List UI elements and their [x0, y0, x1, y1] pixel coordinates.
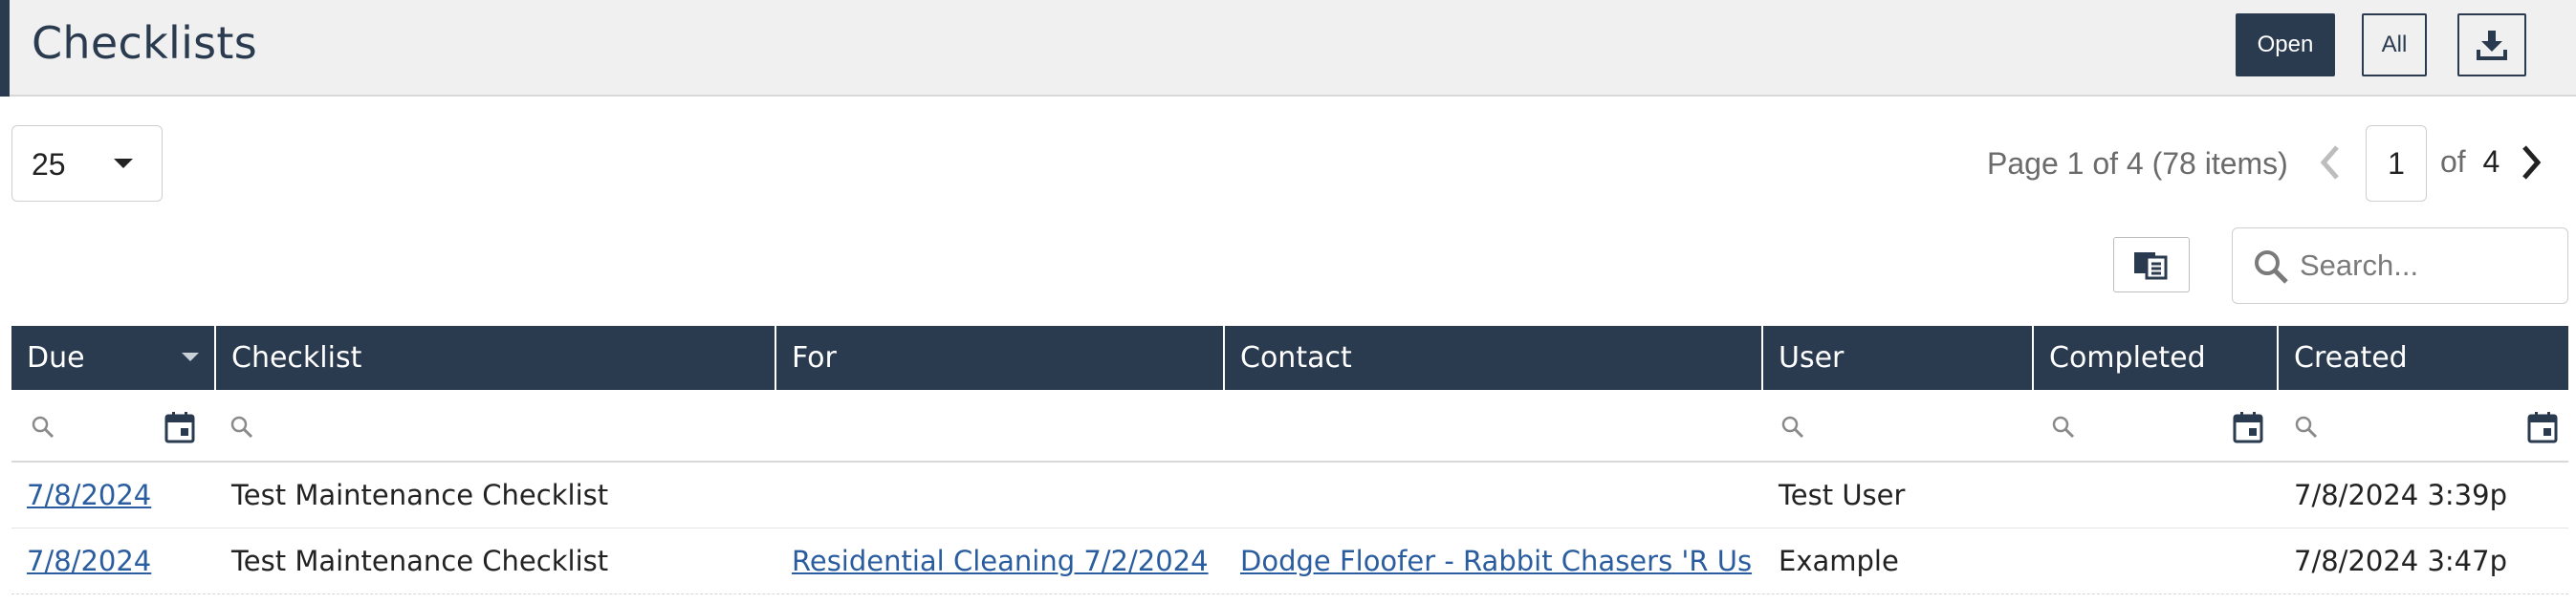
cell-user: Example	[1779, 545, 1899, 577]
filter-cell-due[interactable]	[11, 390, 216, 463]
column-header-label: Due	[27, 341, 85, 375]
page-info: Page 1 of 4 (78 items)	[1987, 146, 2288, 181]
cell-checklist: Test Maintenance Checklist	[231, 545, 609, 577]
column-header-user[interactable]: User	[1763, 326, 2034, 390]
column-header-for[interactable]: For	[776, 326, 1225, 390]
previous-page-button[interactable]	[2314, 141, 2348, 183]
cell-due: 7/8/2024	[11, 528, 216, 594]
page-title: Checklists	[32, 17, 258, 69]
contact-link[interactable]: Dodge Floofer - Rabbit Chasers 'R Us	[1240, 545, 1752, 577]
cell-due: 7/8/2024	[11, 463, 216, 528]
download-icon	[2477, 31, 2507, 60]
filter-cell-created[interactable]	[2279, 390, 2568, 463]
cell-for: Residential Cleaning 7/2/2024	[776, 528, 1225, 594]
column-chooser-button[interactable]	[2113, 237, 2190, 292]
table-row[interactable]: 7/8/2024 Test Maintenance Checklist Resi…	[11, 528, 2568, 594]
due-date-link[interactable]: 7/8/2024	[27, 479, 151, 511]
sort-descending-icon	[182, 353, 199, 361]
cell-completed	[2034, 528, 2279, 594]
column-header-due[interactable]: Due	[11, 326, 216, 390]
filter-cell-user[interactable]	[1763, 390, 2034, 463]
next-page-button[interactable]	[2513, 141, 2547, 183]
filter-cell-checklist[interactable]	[216, 390, 776, 463]
checklists-grid: Due Checklist For Contact User Completed…	[11, 326, 2568, 594]
search-icon	[1781, 416, 1804, 439]
page-total: of 4	[2440, 144, 2500, 180]
column-header-completed[interactable]: Completed	[2034, 326, 2279, 390]
cell-for	[776, 463, 1225, 528]
total-pages: 4	[2482, 144, 2500, 179]
calendar-icon[interactable]	[2527, 411, 2558, 443]
cell-created: 7/8/2024 3:39p	[2294, 479, 2507, 511]
search-icon	[32, 416, 55, 439]
search-icon	[2295, 416, 2318, 439]
all-filter-button[interactable]: All	[2362, 13, 2427, 76]
cell-created: 7/8/2024 3:47p	[2294, 545, 2507, 577]
column-header-checklist[interactable]: Checklist	[216, 326, 776, 390]
table-row[interactable]: 7/8/2024 Test Maintenance Checklist Test…	[11, 463, 2568, 528]
search-input[interactable]	[2300, 238, 2558, 293]
download-button[interactable]	[2457, 13, 2526, 76]
grid-filter-row	[11, 390, 2568, 463]
calendar-icon[interactable]	[164, 411, 195, 443]
cell-completed	[2034, 463, 2279, 528]
calendar-icon[interactable]	[2233, 411, 2263, 443]
page-number-input[interactable]	[2366, 125, 2427, 202]
column-chooser-icon	[2134, 252, 2168, 280]
filter-cell-completed[interactable]	[2034, 390, 2279, 463]
column-header-created[interactable]: Created	[2279, 326, 2568, 390]
search-icon	[2052, 416, 2075, 439]
column-header-contact[interactable]: Contact	[1225, 326, 1763, 390]
cell-checklist: Test Maintenance Checklist	[231, 479, 609, 511]
cell-user: Test User	[1779, 479, 1906, 511]
open-filter-button[interactable]: Open	[2236, 13, 2335, 76]
search-icon	[2255, 250, 2288, 284]
grid-header-row: Due Checklist For Contact User Completed…	[11, 326, 2568, 390]
chevron-right-icon	[2522, 145, 2542, 180]
caret-down-icon	[114, 159, 133, 168]
page-size-select[interactable]: 25	[11, 125, 163, 202]
search-box[interactable]	[2232, 227, 2568, 304]
chevron-left-icon	[2320, 145, 2339, 180]
of-label: of	[2440, 144, 2466, 179]
cell-contact: Dodge Floofer - Rabbit Chasers 'R Us	[1225, 528, 1763, 594]
cell-contact	[1225, 463, 1763, 528]
header-accent-bar	[0, 0, 10, 97]
for-link[interactable]: Residential Cleaning 7/2/2024	[792, 545, 1209, 577]
search-icon	[230, 416, 253, 439]
page-header: Checklists Open All	[0, 0, 2576, 97]
page-size-value: 25	[32, 147, 66, 182]
due-date-link[interactable]: 7/8/2024	[27, 545, 151, 577]
